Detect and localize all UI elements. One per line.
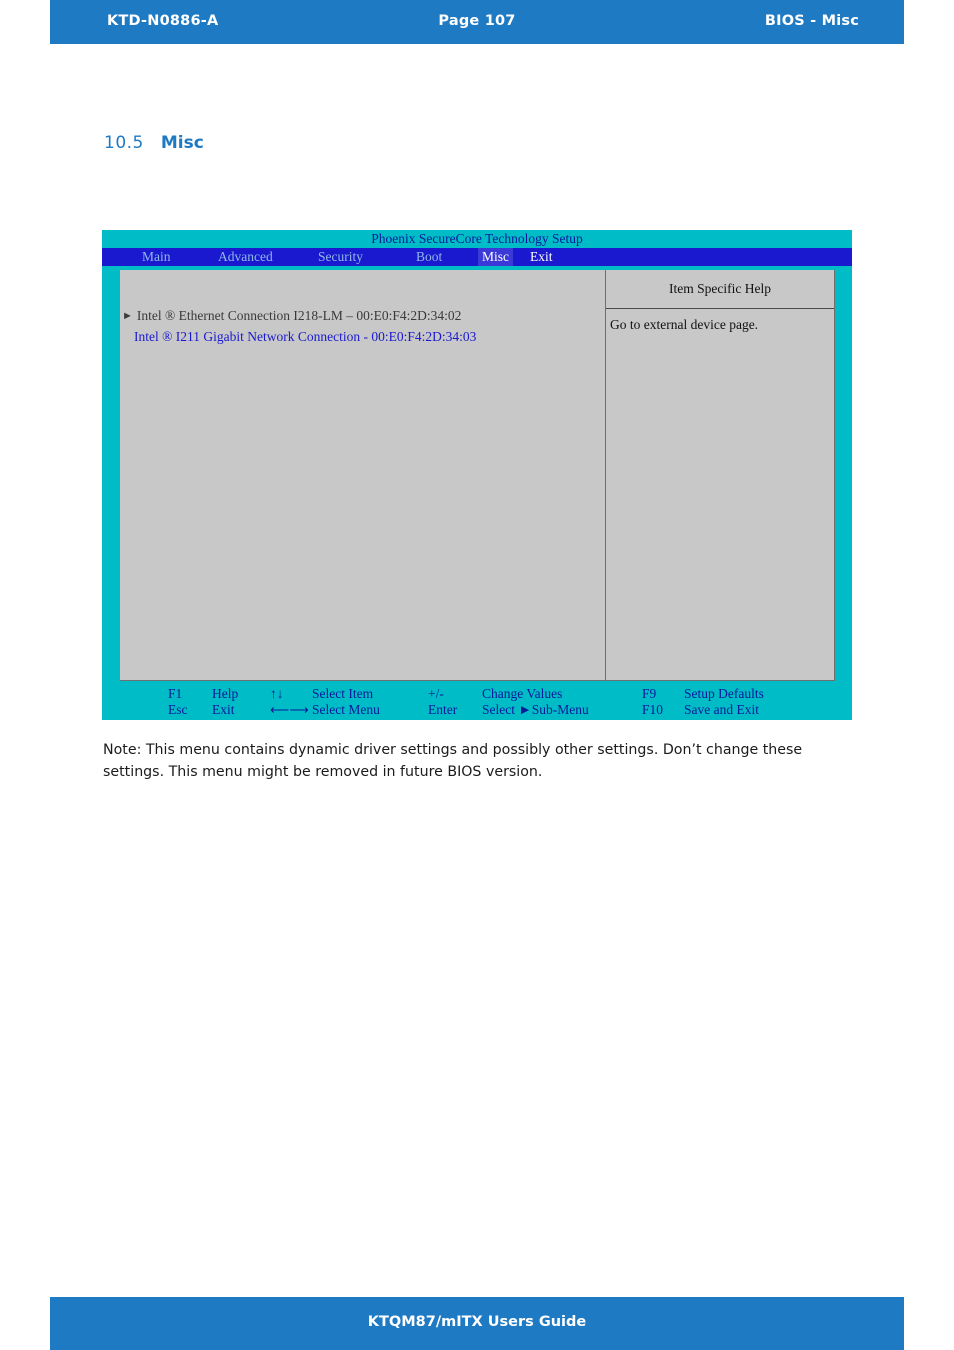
- bios-item-label: Intel ® I211 Gigabit Network Connection …: [134, 329, 477, 344]
- bios-body: ► Intel ® Ethernet Connection I218-LM – 0…: [102, 266, 852, 684]
- submenu-arrow-icon: ►: [122, 310, 133, 322]
- legend-key-leftright: ⟵⟶: [270, 702, 309, 717]
- legend-key-f1: F1: [168, 686, 183, 701]
- bios-menu-advanced[interactable]: Advanced: [214, 248, 277, 266]
- bios-title: Phoenix SecureCore Technology Setup: [102, 230, 852, 248]
- legend-key-enter: Enter: [428, 702, 458, 717]
- bios-setup-screen: Phoenix SecureCore Technology Setup Main…: [102, 230, 852, 720]
- legend-key-updown: ↑↓: [270, 686, 284, 701]
- legend-action-exit: Exit: [212, 702, 235, 717]
- note-paragraph: Note: This menu contains dynamic driver …: [103, 742, 803, 780]
- bios-help-panel: Item Specific Help Go to external device…: [606, 270, 835, 681]
- bios-item-label: Intel ® Ethernet Connection I218-LM – 00…: [136, 308, 462, 323]
- help-panel-text: Go to external device page.: [610, 317, 759, 332]
- help-panel-title: Item Specific Help: [606, 270, 834, 309]
- bios-key-legend: F1 Help ↑↓ Select Item +/- Change Values…: [102, 684, 852, 720]
- legend-action-help: Help: [212, 686, 239, 701]
- bios-menu-exit[interactable]: Exit: [526, 248, 557, 266]
- bios-menu-boot[interactable]: Boot: [412, 248, 446, 266]
- page-footer: KTQM87/mITX Users Guide: [50, 1297, 904, 1350]
- bios-item-ethernet-i218lm[interactable]: ► Intel ® Ethernet Connection I218-LM – 0…: [120, 306, 605, 327]
- bios-menu-main[interactable]: Main: [138, 248, 175, 266]
- bios-item-i211-gigabit[interactable]: Intel ® I211 Gigabit Network Connection …: [120, 327, 605, 346]
- legend-key-esc: Esc: [168, 702, 188, 717]
- legend-key-plusminus: +/-: [428, 686, 444, 701]
- page-header: KTD-N0886-A Page 107 BIOS - Misc: [50, 0, 904, 44]
- bios-item-list: ► Intel ® Ethernet Connection I218-LM – 0…: [120, 270, 606, 681]
- legend-action-setup-defaults: Setup Defaults: [684, 686, 764, 701]
- legend-action-select-menu: Select Menu: [312, 702, 380, 717]
- bios-menu-misc[interactable]: Misc: [478, 248, 513, 266]
- legend-action-select-submenu: Select ►Sub-Menu: [482, 702, 589, 717]
- footer-title: KTQM87/mITX Users Guide: [367, 1314, 587, 1330]
- section-title: Misc: [160, 133, 204, 153]
- legend-action-select-item: Select Item: [312, 686, 374, 701]
- bios-menu-security[interactable]: Security: [314, 248, 367, 266]
- section-number: 10.5: [104, 133, 144, 153]
- legend-action-save-and-exit: Save and Exit: [684, 702, 759, 717]
- legend-action-change-values: Change Values: [482, 686, 563, 701]
- section-heading: 10.5 Misc: [104, 133, 204, 153]
- header-section-label: BIOS - Misc: [764, 13, 859, 29]
- bios-menu-bar: Main Advanced Security Boot Misc Exit: [102, 248, 852, 266]
- legend-key-f9: F9: [642, 686, 657, 701]
- legend-key-f10: F10: [642, 702, 664, 717]
